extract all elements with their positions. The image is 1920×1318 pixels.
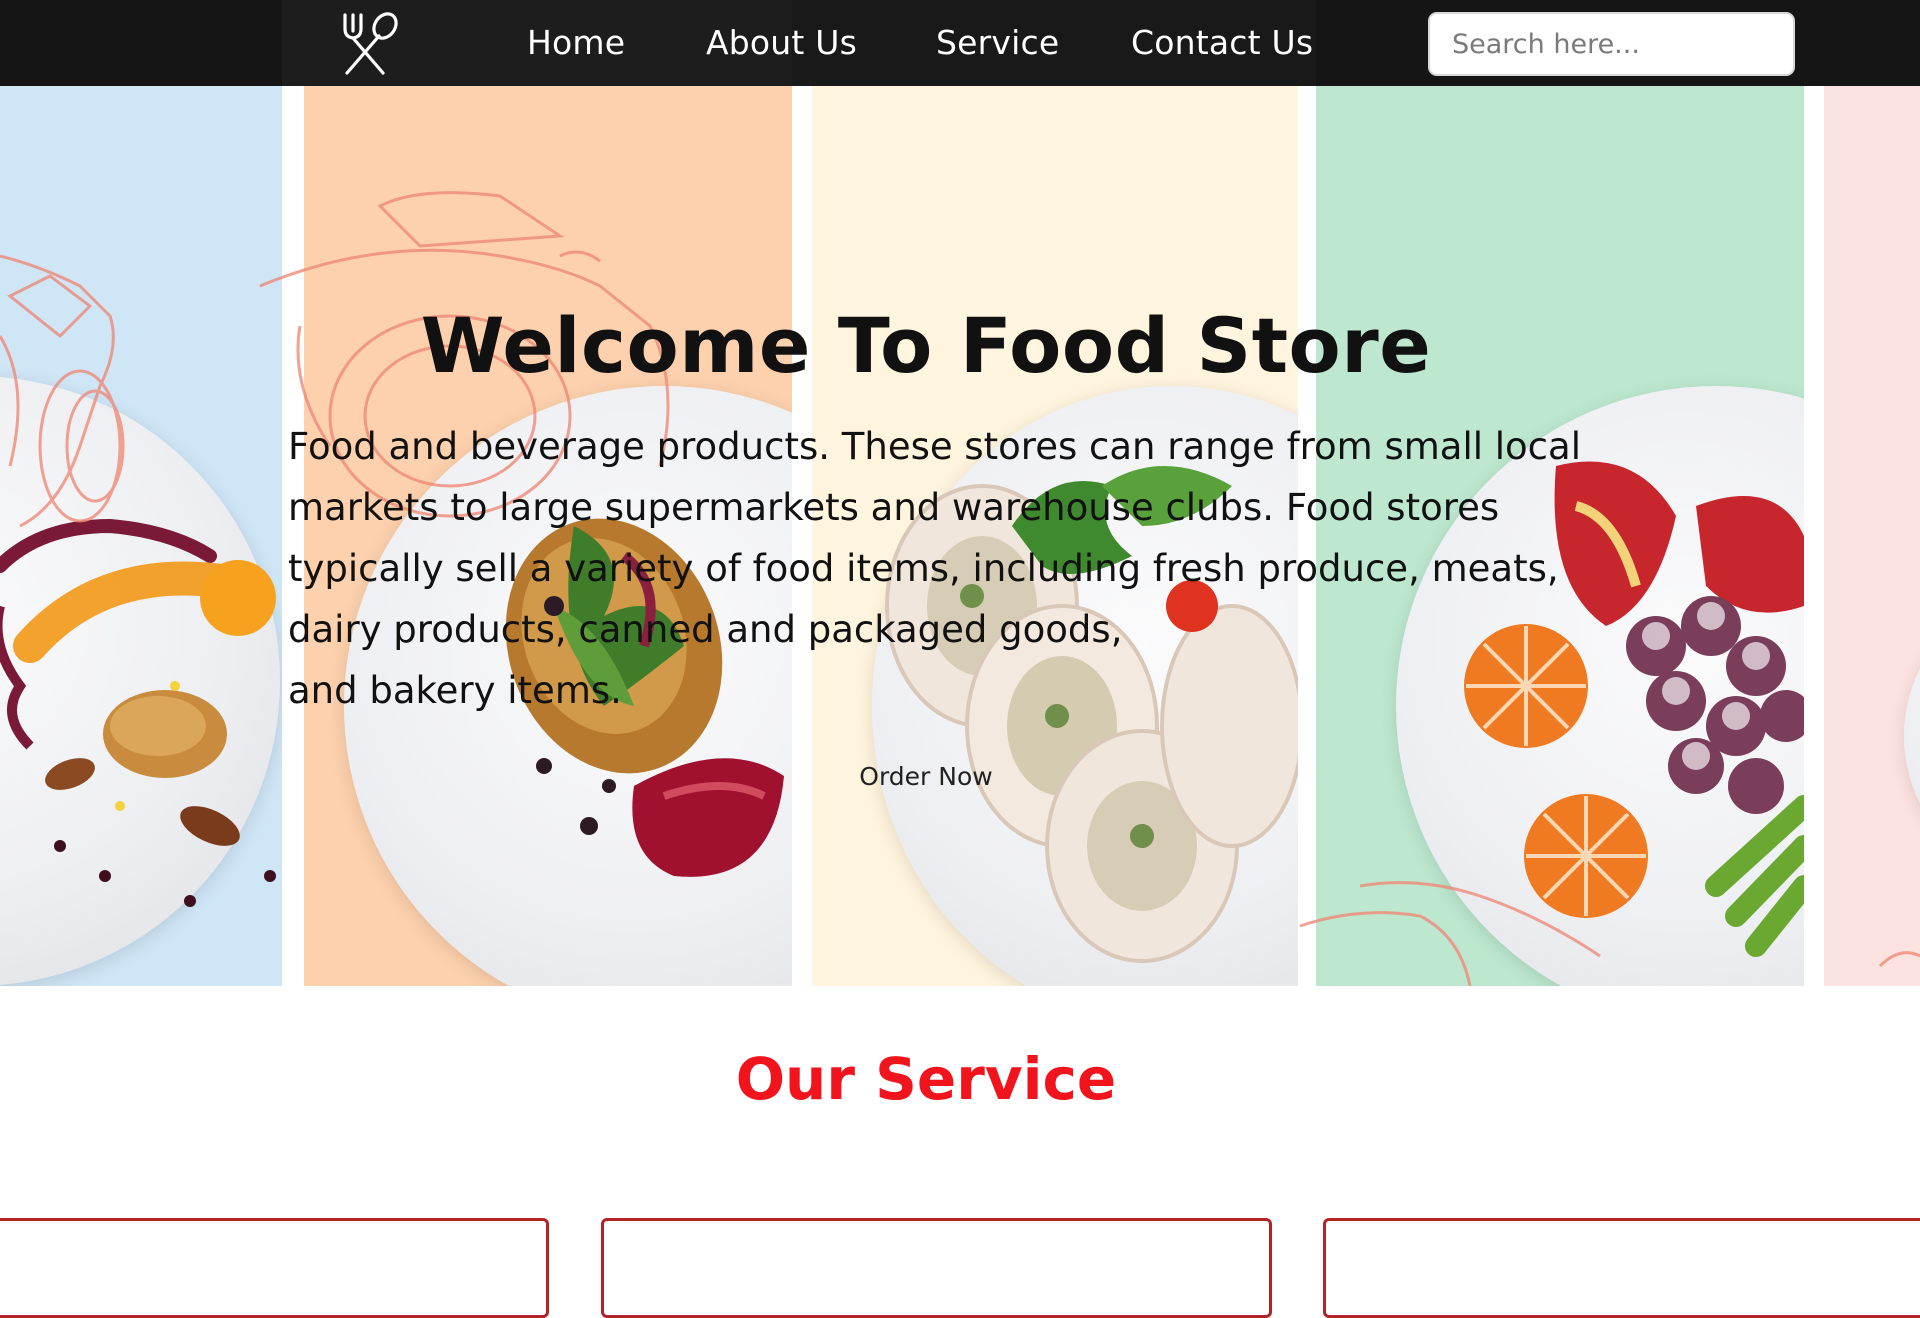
top-navbar: Home About Us Service Contact Us: [0, 0, 1920, 86]
nav-link-home[interactable]: Home: [527, 20, 625, 66]
hero-description-line: Food and beverage products. These stores…: [288, 425, 1581, 468]
hero-title: Welcome To Food Store: [420, 301, 1432, 390]
our-service-heading: Our Service: [735, 1045, 1117, 1113]
service-card[interactable]: [0, 1218, 549, 1318]
hero-banner: Welcome To Food Store Food and beverage …: [0, 86, 1920, 986]
fork-and-spoon-icon[interactable]: [336, 10, 404, 78]
search-input[interactable]: [1428, 12, 1795, 76]
hero-description: Food and beverage products. These stores…: [288, 416, 1581, 721]
hero-description-line: typically sell a variety of food items, …: [288, 547, 1559, 590]
nav-link-about-us[interactable]: About Us: [706, 20, 857, 66]
nav-link-contact-us[interactable]: Contact Us: [1131, 20, 1313, 66]
service-card[interactable]: [1323, 1218, 1920, 1318]
hero-image-panel: [1824, 86, 1920, 986]
order-now-button[interactable]: Order Now: [826, 752, 1026, 802]
hero-image-panel: [0, 86, 282, 986]
hero-description-line: and bakery items.: [288, 669, 622, 712]
service-card[interactable]: [601, 1218, 1272, 1318]
hero-description-line: dairy products, canned and packaged good…: [288, 608, 1123, 651]
hero-description-line: markets to large supermarkets and wareho…: [288, 486, 1500, 529]
dessert-dish-image: [0, 518, 276, 907]
nav-link-service[interactable]: Service: [936, 20, 1059, 66]
